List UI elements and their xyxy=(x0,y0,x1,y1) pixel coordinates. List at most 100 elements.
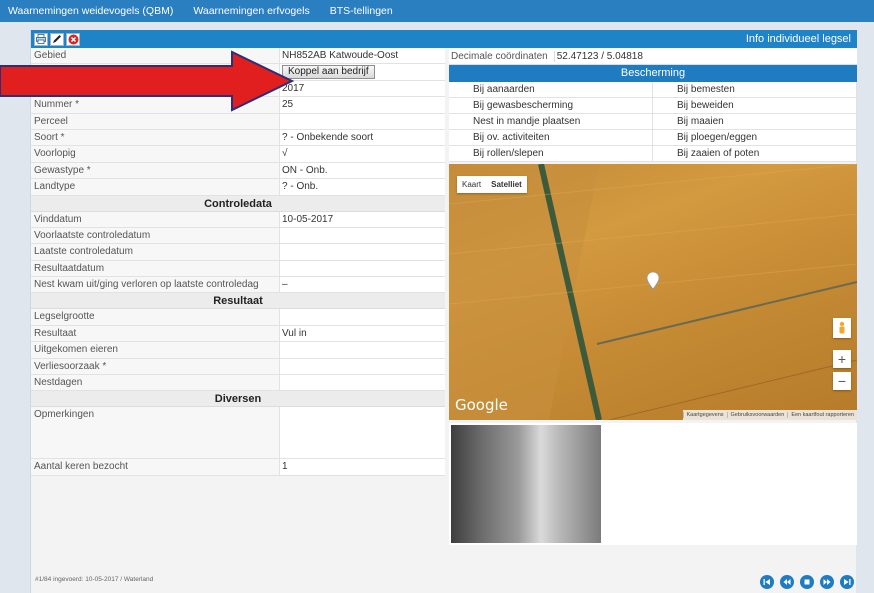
field-value[interactable]: 10-05-2017 xyxy=(279,211,445,227)
form-row: Uitgekomen eieren xyxy=(31,342,445,359)
field-value: NH852AB Katwoude-Oost xyxy=(279,48,445,64)
bescherming-option[interactable]: Bij beweiden xyxy=(653,98,857,114)
photo-area xyxy=(449,423,857,545)
bescherming-header: Bescherming xyxy=(449,65,857,82)
field-value[interactable] xyxy=(279,244,445,260)
form-row: Nestdagen xyxy=(31,375,445,392)
field-label: Aantal keren bezocht xyxy=(31,459,279,475)
field-label: Jaar * xyxy=(31,80,279,97)
form-row: Resultaat Vul in xyxy=(31,325,445,343)
record-pager xyxy=(760,575,854,589)
field-label: Uitgekomen eieren xyxy=(31,342,279,358)
koppel-aan-bedrijf-button[interactable]: Koppel aan bedrijf xyxy=(282,65,375,80)
map-footer-voorwaarden[interactable]: Gebruiksvoorwaarden xyxy=(726,412,788,418)
map-toggle-satelliet[interactable]: Satelliet xyxy=(486,176,527,193)
edit-icon[interactable] xyxy=(50,32,64,46)
next-record-icon[interactable] xyxy=(820,575,834,589)
form-row-gebied: Gebied NH852AB Katwoude-Oost xyxy=(31,48,445,65)
map-footer-kaartgegevens[interactable]: Kaartgegevens xyxy=(682,412,727,418)
form-row: Legselgrootte xyxy=(31,309,445,326)
form-row: Voorlopig √ xyxy=(31,146,445,163)
bescherming-option[interactable]: Bij bemesten xyxy=(653,82,857,98)
bescherming-option[interactable]: Bij maaien xyxy=(653,114,857,130)
nav-link-erfvogels[interactable]: Waarnemingen erfvogels xyxy=(185,5,321,17)
nest-photo[interactable] xyxy=(451,425,601,543)
legsel-form: Gebied NH852AB Katwoude-Oost Koppel aan … xyxy=(31,48,445,476)
field-value[interactable] xyxy=(279,113,445,129)
field-value[interactable] xyxy=(279,227,445,244)
section-header-diversen: Diversen xyxy=(31,391,445,408)
bescherming-option[interactable]: Bij gewasbescherming xyxy=(449,98,653,114)
right-column: Decimale coördinaten 52.47123 / 5.04818 … xyxy=(449,48,857,545)
stop-icon[interactable] xyxy=(800,575,814,589)
field-value[interactable] xyxy=(279,358,445,375)
form-row: Vinddatum 10-05-2017 xyxy=(31,211,445,228)
field-value[interactable] xyxy=(279,342,445,358)
previous-record-icon[interactable] xyxy=(780,575,794,589)
field-value[interactable]: √ xyxy=(279,146,445,162)
form-row-koppel: Koppel aan bedrijf xyxy=(31,64,445,81)
field-label: Verliesoorzaak * xyxy=(31,358,279,375)
field-label: Vinddatum xyxy=(31,211,279,227)
main-panel: Info individueel legsel Gebied NH852AB K… xyxy=(30,30,857,593)
pegman-icon[interactable] xyxy=(833,318,851,338)
field-label: Nest kwam uit/ging verloren op laatste c… xyxy=(31,277,279,293)
field-label: Resultaatdatum xyxy=(31,260,279,277)
field-label: Legselgrootte xyxy=(31,309,279,325)
field-value[interactable]: – xyxy=(279,277,445,293)
section-header-controledata: Controledata xyxy=(31,195,445,212)
field-value[interactable]: ? - Onb. xyxy=(279,179,445,195)
coordinates-value: 52.47123 / 5.04818 xyxy=(553,50,643,62)
status-text: #1/84 ingevoerd: 10-05-2017 / Waterland xyxy=(35,576,154,583)
nav-link-bts[interactable]: BTS-tellingen xyxy=(322,5,405,17)
bescherming-option[interactable]: Nest in mandje plaatsen xyxy=(449,114,653,130)
zoom-in-button[interactable]: + xyxy=(833,350,851,368)
form-row: Nest kwam uit/ging verloren op laatste c… xyxy=(31,277,445,294)
field-label: Resultaat xyxy=(31,325,279,342)
map-type-toggle: Kaart Satelliet xyxy=(457,176,527,193)
field-value[interactable]: Vul in xyxy=(279,325,445,342)
map-footer: Kaartgegevens Gebruiksvoorwaarden Een ka… xyxy=(682,410,857,420)
last-record-icon[interactable] xyxy=(840,575,854,589)
field-label: Laatste controledatum xyxy=(31,244,279,260)
field-value[interactable] xyxy=(279,260,445,277)
zoom-out-button[interactable]: − xyxy=(833,372,851,390)
field-label: Opmerkingen xyxy=(31,407,279,459)
nav-link-weidevogels[interactable]: Waarnemingen weidevogels (QBM) xyxy=(0,5,185,17)
field-value[interactable]: ON - Onb. xyxy=(279,162,445,179)
field-label: Landtype xyxy=(31,179,279,195)
field-value[interactable] xyxy=(279,309,445,325)
form-row: Nummer * 25 xyxy=(31,97,445,114)
field-label: Nummer * xyxy=(31,97,279,113)
field-label: Voorlaatste controledatum xyxy=(31,227,279,244)
opmerkingen-field[interactable] xyxy=(279,407,445,459)
field-label: Nestdagen xyxy=(31,375,279,391)
form-row: Voorlaatste controledatum xyxy=(31,227,445,245)
map-marker-icon[interactable] xyxy=(646,272,660,290)
panel-title: Info individueel legsel xyxy=(745,33,851,45)
bescherming-option[interactable]: Bij rollen/slepen xyxy=(449,146,653,162)
delete-icon[interactable] xyxy=(66,32,80,46)
map-footer-report[interactable]: Een kaartfout rapporteren xyxy=(787,412,857,418)
field-label: Voorlopig xyxy=(31,146,279,162)
section-header-resultaat: Resultaat xyxy=(31,293,445,310)
bescherming-option[interactable]: Bij aanaarden xyxy=(449,82,653,98)
coordinates-row: Decimale coördinaten 52.47123 / 5.04818 xyxy=(449,48,857,65)
map-toggle-kaart[interactable]: Kaart xyxy=(457,176,486,193)
field-value[interactable]: 2017 xyxy=(279,80,445,97)
bescherming-option[interactable]: Bij ploegen/eggen xyxy=(653,130,857,146)
bescherming-option[interactable]: Bij ov. activiteiten xyxy=(449,130,653,146)
form-row: Resultaatdatum xyxy=(31,260,445,278)
google-logo: Google xyxy=(455,396,508,414)
form-row: Laatste controledatum xyxy=(31,244,445,261)
field-value[interactable]: 25 xyxy=(279,97,445,113)
form-row-opmerkingen: Opmerkingen xyxy=(31,407,445,460)
first-record-icon[interactable] xyxy=(760,575,774,589)
print-icon[interactable] xyxy=(34,32,48,46)
field-value[interactable] xyxy=(279,375,445,391)
form-row: Gewastype * ON - Onb. xyxy=(31,162,445,180)
bescherming-grid: Bij aanaarden Bij bemesten Bij gewasbesche… xyxy=(449,82,857,162)
field-value[interactable]: ? - Onbekende soort xyxy=(279,129,445,146)
bescherming-option[interactable]: Bij zaaien of poten xyxy=(653,146,857,162)
satellite-map[interactable]: Kaart Satelliet + − Google Kaartgegevens… xyxy=(449,164,857,420)
